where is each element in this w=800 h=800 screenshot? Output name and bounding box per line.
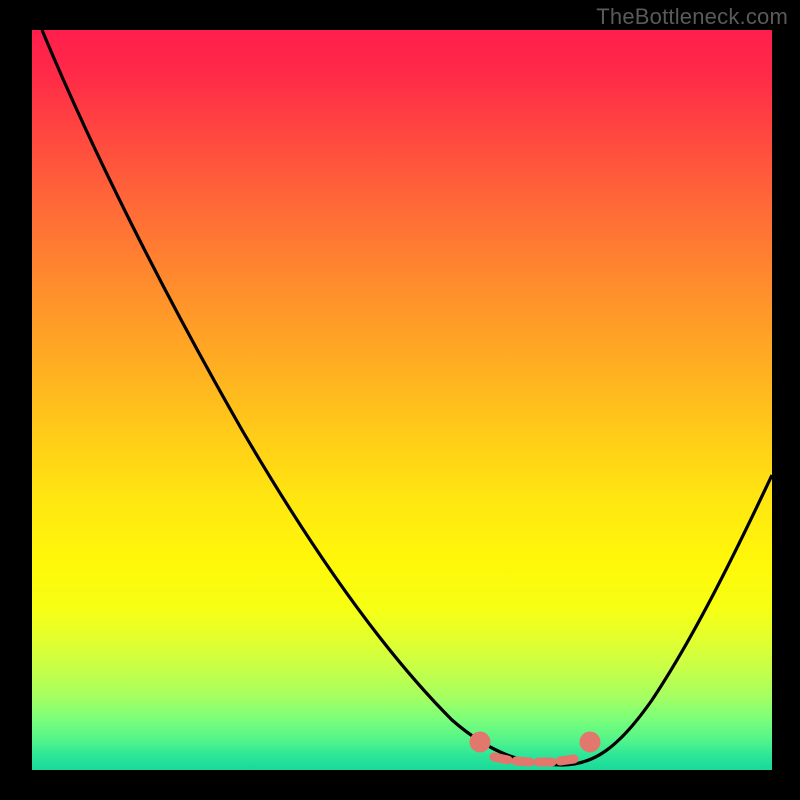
bottleneck-curve bbox=[42, 30, 772, 765]
curve-layer bbox=[32, 30, 772, 770]
chart-frame: TheBottleneck.com bbox=[0, 0, 800, 800]
watermark-text: TheBottleneck.com bbox=[596, 4, 788, 30]
plot-area bbox=[32, 30, 772, 770]
